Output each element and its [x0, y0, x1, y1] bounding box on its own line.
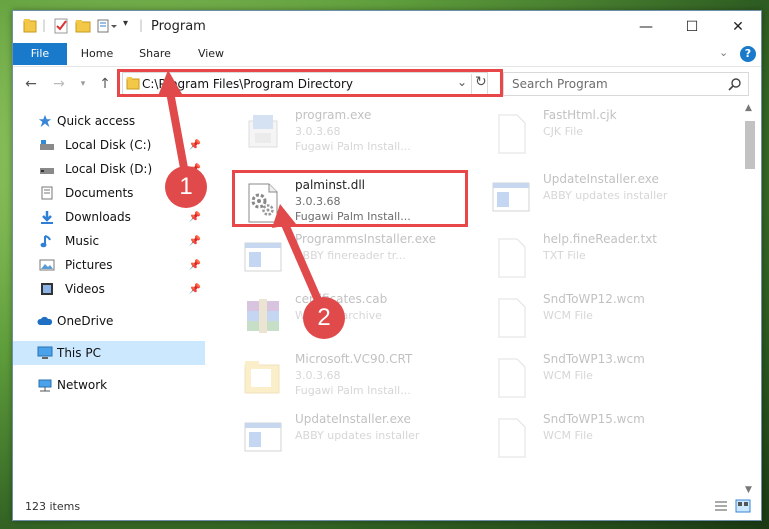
arrow-to-address-bar	[166, 88, 188, 172]
step-1-badge: 1	[165, 166, 207, 208]
step-2-badge: 2	[303, 297, 345, 339]
arrow-head	[272, 204, 296, 228]
arrow-to-file	[280, 218, 322, 304]
arrow-head	[158, 70, 182, 96]
annotation-arrows	[158, 70, 322, 304]
